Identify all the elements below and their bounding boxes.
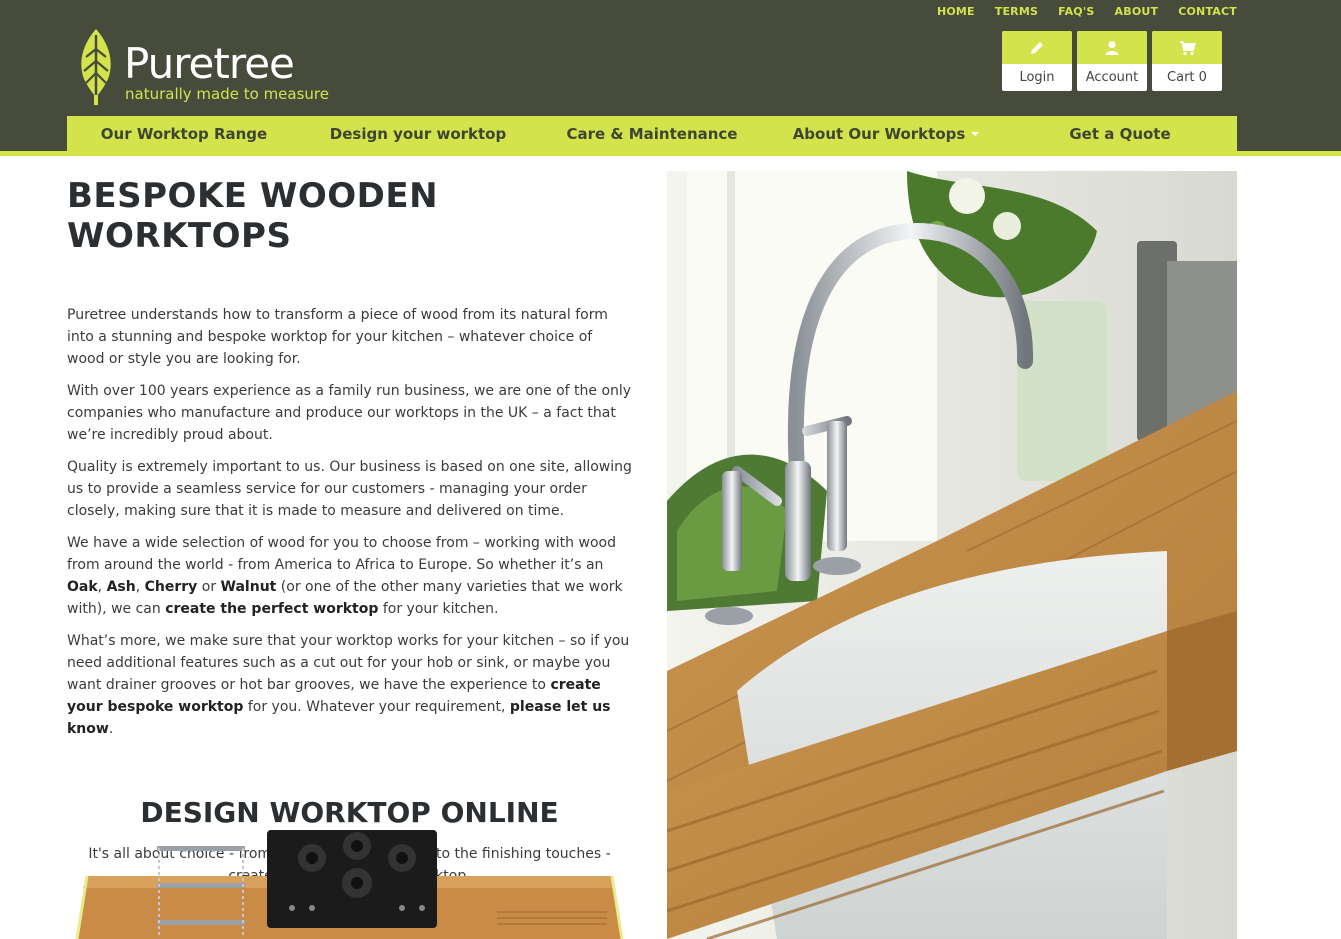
top-link-contact[interactable]: CONTACT [1168,5,1237,18]
login-button[interactable]: Login [1002,31,1072,91]
nav-item-design[interactable]: Design your worktop [301,116,535,151]
nav-label: About Our Worktops [792,124,966,143]
user-buttons: Login Account Cart 0 [1002,31,1222,91]
nav-label: Get a Quote [1069,124,1171,143]
top-link-home[interactable]: HOME [927,5,985,18]
nav-label: Our Worktop Range [100,124,268,143]
text: or [197,579,221,595]
text: What’s more, we make sure that your work… [67,633,630,693]
design-title: DESIGN WORKTOP ONLINE [140,796,559,829]
top-link-about[interactable]: ABOUT [1105,5,1169,18]
cart-icon [1152,31,1222,64]
nav-item-care[interactable]: Care & Maintenance [535,116,769,151]
site-logo[interactable]: Puretree naturally made to measure [76,27,336,107]
features-paragraph: What’s more, we make sure that your work… [67,630,632,740]
text: . [108,721,114,737]
main-nav: Our Worktop Range Design your worktop Ca… [67,116,1237,151]
text: , [97,579,107,595]
intro-paragraph: Puretree understands how to transform a … [67,307,608,367]
logo-tagline: naturally made to measure [125,85,329,103]
worktop-design-illustration[interactable] [67,828,632,939]
bold-oak: Oak [67,579,98,595]
header-stripe [0,151,1341,156]
top-links: HOME TERMS FAQ'S ABOUT CONTACT [927,5,1237,18]
text: , [135,579,145,595]
logo-name: Puretree [124,39,295,88]
nav-item-get-quote[interactable]: Get a Quote [1003,116,1237,151]
top-link-terms[interactable]: TERMS [985,5,1048,18]
quality-paragraph: Quality is extremely important to us. Ou… [67,459,632,519]
nav-item-worktop-range[interactable]: Our Worktop Range [67,116,301,151]
page-title: BESPOKE WOODEN WORKTOPS [67,176,439,256]
bold-walnut: Walnut [220,579,277,595]
text: We have a wide selection of wood for you… [67,535,616,573]
text: for you. Whatever your requirement, [243,699,510,715]
cart-button[interactable]: Cart 0 [1152,31,1222,91]
nav-label: Care & Maintenance [566,124,738,143]
hero-kitchen-image [667,171,1237,939]
top-link-faqs[interactable]: FAQ'S [1048,5,1104,18]
bold-perfect-worktop: create the perfect worktop [165,601,379,617]
nav-label: Design your worktop [329,124,507,143]
cart-label: Cart 0 [1167,70,1207,85]
history-paragraph: With over 100 years experience as a fami… [67,383,632,443]
pencil-icon [1002,31,1072,64]
caret-down-icon [971,131,980,136]
nav-item-about-worktops[interactable]: About Our Worktops [769,116,1003,151]
wood-selection-paragraph: We have a wide selection of wood for you… [67,532,632,620]
user-icon [1077,31,1147,64]
leaf-logo-icon [81,29,111,105]
account-button[interactable]: Account [1077,31,1147,91]
site-header: HOME TERMS FAQ'S ABOUT CONTACT Puretree … [0,0,1341,151]
main-content: BESPOKE WOODEN WORKTOPS Puretree underst… [67,176,632,887]
account-label: Account [1085,70,1139,85]
text: for your kitchen. [378,601,499,617]
bold-ash: Ash [106,579,136,595]
login-label: Login [1019,70,1055,85]
bold-cherry: Cherry [144,579,198,595]
